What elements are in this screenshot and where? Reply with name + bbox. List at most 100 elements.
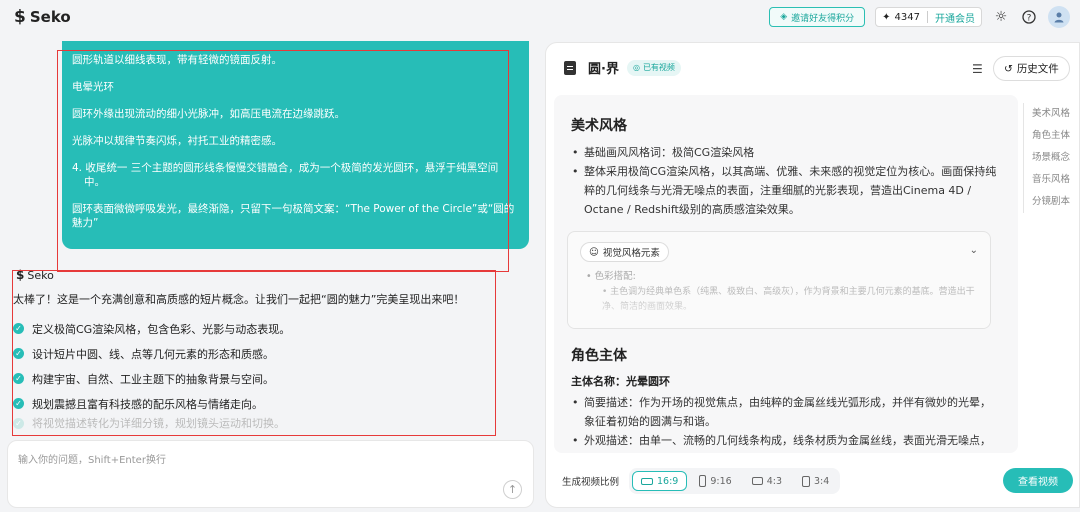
document-panel: 圆·界 ◎ 已有视频 ☰ ↺ 历史文件 美术风格 基础画风风格词：极简CG渲染风… [545,42,1080,508]
user-message-bubble: 圆形轨道以细线表现，带有轻微的镜面反射。 电晕光环 圆环外缘出现流动的细小光脉冲… [62,41,529,249]
check-icon: ✓ [13,323,24,334]
card-tag-label: 视觉风格元素 [602,248,660,259]
user-message-line: 4. 收尾统一 三个主题的圆形线条慢慢交错融合，成为一个极简的发光圆环，悬浮于纯… [72,162,499,188]
card-detail: • 主色调为经典单色系（纯黑、极致白、高级灰），作为背景和主要几何元素的基底。营… [602,287,975,312]
ratio-option-9-16[interactable]: 9:16 [691,471,739,491]
toc-item[interactable]: 场景概念 [1032,147,1070,169]
landscape-icon [641,477,654,485]
section-list: 基础画风风格词：极简CG渲染风格 整体采用极简CG渲染风格，以其高端、优雅、未来… [571,143,1000,219]
toc-item[interactable]: 分镜剧本 [1032,191,1070,213]
step-text: 设计短片中圆、线、点等几何元素的形态和质感。 [32,347,274,361]
list-item: ✓ 将视觉描述转化为详细分镜，规划镜头运动和切换。 [13,416,290,430]
top-bar: $ Seko ◈ 邀请好友得积分 ✦ 4347 开通会员 ☼ ? [0,0,1080,34]
portrait-icon [699,475,707,487]
list-item: 整体采用极简CG渲染风格，以其高端、优雅、未来感的视觉定位为核心。画面保持纯粹的… [571,162,1000,219]
invite-label: 邀请好友得积分 [791,13,855,24]
history-files-button[interactable]: ↺ 历史文件 [993,56,1070,81]
check-icon: ✓ [13,373,24,384]
visual-style-card[interactable]: ☺ 视觉风格元素 ⌄ • 色彩搭配: • 主色调为经典单色系（纯黑、极致白、高级… [567,231,991,329]
history-icon: ↺ [1004,62,1013,75]
gem-icon: ◈ [780,12,788,22]
card-subheading: • 色彩搭配: [586,271,636,282]
section-list: 简要描述：作为开场的视觉焦点，由纯粹的金属丝线光弧形成，并伴有微妙的光晕，象征着… [571,393,1000,450]
ratio-text: 9:16 [710,475,732,487]
ratio-option-4-3[interactable]: 4:3 [744,471,790,491]
seko-logo-icon: $ [16,268,25,282]
document-icon [564,60,576,75]
document-content: 美术风格 基础画风风格词：极简CG渲染风格 整体采用极简CG渲染风格，以其高端、… [554,95,1018,453]
step-text: 定义极简CG渲染风格，包含色彩、光影与动态表现。 [32,322,291,336]
card-sub-text: 色彩搭配: [594,271,636,282]
list-item: 简要描述：作为开场的视觉焦点，由纯粹的金属丝线光弧形成，并伴有微妙的光晕，象征着… [571,393,1000,431]
list-item: 外观描述：由单一、流畅的几何线条构成，线条材质为金属丝线，表面光滑无噪点， [571,431,1000,450]
chat-column: 圆形轨道以细线表现，带有轻微的镜面反射。 电晕光环 圆环外缘出现流动的细小光脉冲… [0,34,540,512]
toc-item[interactable]: 美术风格 [1032,103,1070,125]
toc-item[interactable]: 角色主体 [1032,125,1070,147]
badge-text: 已有视频 [642,63,675,72]
list-item: ✓ 构建宇宙、自然、工业主题下的抽象背景与空间。 [13,366,290,391]
credits-widget[interactable]: ✦ 4347 开通会员 [875,7,982,27]
ratio-text: 3:4 [814,475,830,487]
assistant-steps: ✓ 定义极简CG渲染风格，包含色彩、光影与动态表现。 ✓ 设计短片中圆、线、点等几何… [13,316,290,430]
portrait-icon [802,475,810,487]
step-text: 构建宇宙、自然、工业主题下的抽象背景与空间。 [32,372,274,386]
check-icon: ✓ [13,348,24,359]
section-characters: 角色主体 主体名称：光晕圆环 简要描述：作为开场的视觉焦点，由纯粹的金属丝线光弧… [571,345,1000,450]
app-logo[interactable]: $ Seko [14,7,71,27]
visual-style-tag: ☺ 视觉风格元素 [580,242,669,262]
theme-toggle-sun-icon[interactable]: ☼ [992,8,1010,26]
panel-header: 圆·界 ◎ 已有视频 [564,58,681,77]
user-message-line: 光脉冲以规律节奏闪烁，衬托工业的精密感。 [72,135,282,147]
user-message-line: 圆形轨道以细线表现，带有轻微的镜面反射。 [72,54,282,66]
credits-value: 4347 [894,11,920,23]
user-message-line: 圆环表面微微呼吸发光，最终渐隐，只留下一句极简文案：“The Power of … [72,203,515,229]
list-item: ✓ 设计短片中圆、线、点等几何元素的形态和质感。 [13,341,290,366]
divider [927,11,928,23]
check-icon: ✓ [13,417,24,429]
toc-toggle-icon[interactable]: ☰ [972,62,983,76]
assistant-intro: 太棒了！这是一个充满创意和高质感的短片概念。让我们一起把“圆的魅力”完美呈现出来… [13,293,465,306]
video-status-badge: ◎ 已有视频 [626,59,681,76]
user-avatar[interactable] [1048,6,1070,28]
ratio-label: 生成视频比例 [562,477,620,488]
sparkle-icon: ✦ [882,11,891,23]
ratio-text: 4:3 [766,475,782,487]
svg-text:?: ? [1027,13,1032,23]
app-name: Seko [29,8,71,26]
view-video-button[interactable]: 查看视频 [1003,468,1073,493]
list-item: ✓ 规划震撼且富有科技感的配乐风格与情绪走向。 [13,391,290,416]
section-heading: 角色主体 [571,348,627,364]
palette-icon: ☺ [589,246,599,258]
list-item: 基础画风风格词：极简CG渲染风格 [571,143,1000,162]
seko-logo-icon: $ [14,7,26,27]
chat-input-box: ↑ [7,440,534,508]
assistant-name: Seko [27,268,54,282]
video-icon: ◎ [632,63,640,72]
check-icon: ✓ [13,398,24,409]
assistant-label: $ Seko [16,268,54,282]
invite-friends-button[interactable]: ◈ 邀请好友得积分 [769,7,866,27]
step-text: 规划震撼且富有科技感的配乐风格与情绪走向。 [32,397,263,411]
ratio-option-16-9[interactable]: 16:9 [632,471,688,491]
send-arrow-icon[interactable]: ↑ [503,480,522,499]
section-heading: 美术风格 [571,118,627,134]
chevron-down-icon[interactable]: ⌄ [970,245,978,256]
ratio-options: 16:9 9:16 4:3 3:4 [629,468,841,494]
user-message-line: 圆环外缘出现流动的细小光脉冲，如高压电流在边缘跳跃。 [72,108,345,120]
subject-name: 主体名称：光晕圆环 [571,375,670,388]
ratio-option-3-4[interactable]: 3:4 [794,471,837,491]
card-detail-text: 主色调为经典单色系（纯黑、极致白、高级灰），作为背景和主要几何元素的基底。营造出… [602,287,975,312]
step-text: 将视觉描述转化为详细分镜，规划镜头运动和切换。 [32,417,285,430]
membership-link[interactable]: 开通会员 [935,10,975,25]
aspect-ratio-bar: 生成视频比例 16:9 9:16 4:3 3:4 [562,468,841,494]
table-of-contents: 美术风格 角色主体 场景概念 音乐风格 分镜剧本 [1023,103,1070,213]
toc-item[interactable]: 音乐风格 [1032,169,1070,191]
chat-input[interactable] [18,451,523,481]
ratio-text: 16:9 [657,475,679,487]
list-item: ✓ 定义极简CG渲染风格，包含色彩、光影与动态表现。 [13,316,290,341]
history-label: 历史文件 [1016,63,1059,75]
help-icon[interactable]: ? [1020,8,1038,26]
landscape-icon [751,477,763,485]
panel-title: 圆·界 [588,62,619,77]
user-message-line: 电晕光环 [72,81,114,93]
